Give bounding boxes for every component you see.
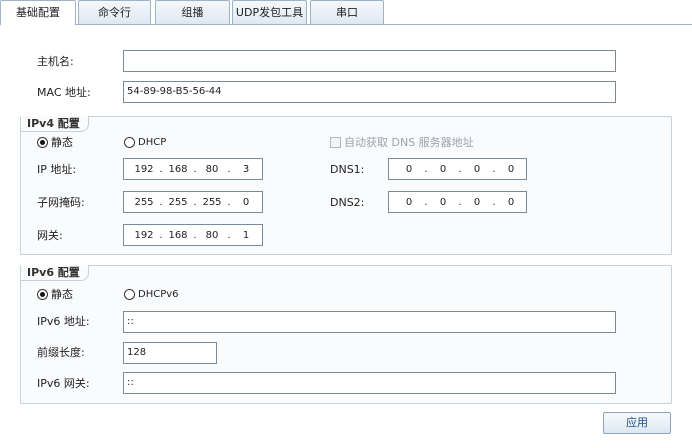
subnet-mask-field[interactable]: 255 . 255 . 255 . 0 [123,191,263,213]
ip-label: IP 地址: [37,163,77,176]
ip-dot: . [159,230,163,241]
ipv6-gateway-input[interactable]: :: [123,372,616,394]
ipv6-static-radio[interactable] [37,289,48,300]
gateway-label: 网关: [37,229,63,242]
tab-udp-tool[interactable]: UDP发包工具 [232,0,307,24]
auto-dns-label: 自动获取 DNS 服务器地址 [344,136,474,149]
ip-dot: . [458,164,462,175]
dns2-octet-2: 0 [439,197,447,208]
hostname-label: 主机名: [37,55,74,68]
ip-dot: . [492,164,496,175]
ip-dot: . [159,164,163,175]
ip-dot: . [227,164,231,175]
ipv6-address-label: IPv6 地址: [37,315,90,328]
gateway-octet-1: 192 [134,230,154,241]
hostname-input[interactable] [123,50,616,72]
gateway-octet-4: 1 [242,230,250,241]
mask-octet-4: 0 [242,197,250,208]
ipv6-static-label[interactable]: 静态 [51,288,73,302]
ipv4-dhcp-radio[interactable] [124,137,135,148]
mac-label: MAC 地址: [37,86,91,99]
dns2-octet-1: 0 [405,197,413,208]
tab-multicast[interactable]: 组播 [155,0,230,24]
dns2-octet-4: 0 [507,197,515,208]
apply-button[interactable]: 应用 [603,412,671,434]
tab-serial[interactable]: 串口 [310,0,384,24]
ip-dot: . [227,230,231,241]
ip-dot: . [193,230,197,241]
tab-bar: 基础配置 命令行 组播 UDP发包工具 串口 [0,0,692,25]
gateway-octet-2: 168 [168,230,188,241]
mask-octet-1: 255 [134,197,154,208]
dhcpv6-radio[interactable] [124,289,135,300]
ip-dot: . [193,197,197,208]
dns2-label: DNS2: [330,196,365,209]
ipv6-gateway-label: IPv6 网关: [37,377,90,390]
ipv4-static-radio[interactable] [37,137,48,148]
ipv4-dhcp-label[interactable]: DHCP [138,136,166,150]
ip-dot: . [193,164,197,175]
ip-octet-3: 80 [205,164,219,175]
dhcpv6-label[interactable]: DHCPv6 [138,288,179,302]
prefix-length-label: 前缀长度: [37,346,85,359]
dns1-octet-1: 0 [405,164,413,175]
tab-command-line[interactable]: 命令行 [78,0,151,24]
dns1-label: DNS1: [330,163,365,176]
ip-dot: . [424,164,428,175]
dns1-octet-4: 0 [507,164,515,175]
dns1-field[interactable]: 0 . 0 . 0 . 0 [388,158,527,180]
subnet-mask-label: 子网掩码: [37,196,85,209]
ipv4-static-label[interactable]: 静态 [51,136,73,150]
ip-dot: . [227,197,231,208]
dns2-field[interactable]: 0 . 0 . 0 . 0 [388,191,527,213]
mask-octet-3: 255 [202,197,222,208]
ipv6-group-title: IPv6 配置 [21,265,89,281]
gateway-field[interactable]: 192 . 168 . 80 . 1 [123,224,263,246]
ip-dot: . [159,197,163,208]
mask-octet-2: 255 [168,197,188,208]
dns1-octet-2: 0 [439,164,447,175]
mac-input[interactable]: 54-89-98-B5-56-44 [123,81,616,103]
ip-octet-1: 192 [134,164,154,175]
ipv6-address-input[interactable]: :: [123,311,616,333]
tab-basic-config[interactable]: 基础配置 [0,0,76,25]
ipv4-group-title: IPv4 配置 [21,116,89,132]
ip-dot: . [424,197,428,208]
ip-octet-2: 168 [168,164,188,175]
prefix-length-input[interactable]: 128 [123,342,217,364]
dns1-octet-3: 0 [473,164,481,175]
dns2-octet-3: 0 [473,197,481,208]
gateway-octet-3: 80 [205,230,219,241]
ip-dot: . [458,197,462,208]
ip-octet-4: 3 [242,164,250,175]
auto-dns-checkbox[interactable] [330,137,341,148]
ip-address-field[interactable]: 192 . 168 . 80 . 3 [123,158,263,180]
ip-dot: . [492,197,496,208]
